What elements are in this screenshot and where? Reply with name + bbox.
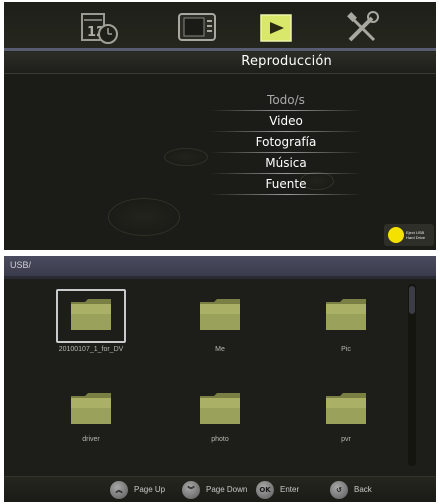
folder-name: 20100107_1_for_DV xyxy=(58,346,124,353)
menu-divider xyxy=(210,194,362,195)
folder-name: pvr xyxy=(341,436,351,443)
folder-name: Me xyxy=(215,346,225,353)
folder-icon xyxy=(324,296,368,332)
menu-divider xyxy=(210,173,362,174)
eject-usb-button[interactable]: Eject USB Hard Drive xyxy=(384,224,434,246)
folder-icon xyxy=(69,296,113,332)
folder-item[interactable]: pvr xyxy=(296,384,396,464)
nav-divider xyxy=(4,48,436,51)
hint-label: Enter xyxy=(280,485,300,494)
tools-icon[interactable] xyxy=(342,10,382,46)
back-icon: ↺ xyxy=(330,481,348,499)
folder-item[interactable]: Me xyxy=(170,290,270,370)
hint-label: Page Down xyxy=(206,485,248,494)
tv-icon[interactable] xyxy=(176,10,216,46)
clock-calendar-icon[interactable]: 12 xyxy=(78,10,118,46)
folder-icon xyxy=(198,390,242,426)
decor-ellipse-small xyxy=(164,148,208,166)
hint-label: Page Up xyxy=(134,485,166,494)
file-browser-screen: USB/ 20100107_1_for_DV Me Pic driver pho… xyxy=(4,256,436,502)
current-path: USB/ xyxy=(10,260,32,270)
scrollbar-thumb[interactable] xyxy=(409,286,415,314)
yellow-key-icon xyxy=(388,227,404,243)
menu-item-video[interactable]: Video xyxy=(210,112,362,130)
menu-divider xyxy=(210,110,362,111)
eject-label-line2: Hard Drive xyxy=(406,235,426,240)
folder-item[interactable]: photo xyxy=(170,384,270,464)
key-hint-bar: ︽ Page Up ︾ Page Down OK Enter ↺ Back xyxy=(4,476,436,502)
play-icon[interactable] xyxy=(258,10,298,46)
decor-ellipse-large xyxy=(108,198,180,236)
section-title-bar: Reproducción xyxy=(4,52,436,74)
ok-icon: OK xyxy=(256,481,274,499)
menu-item-source[interactable]: Fuente xyxy=(210,175,362,193)
folder-name: photo xyxy=(211,436,229,443)
folder-name: driver xyxy=(82,436,100,443)
page-title: Reproducción xyxy=(241,54,332,69)
menu-item-music[interactable]: Música xyxy=(210,154,362,172)
path-bar: USB/ xyxy=(4,256,436,276)
folder-item[interactable]: driver xyxy=(41,384,141,464)
folder-item[interactable]: 20100107_1_for_DV xyxy=(41,290,141,370)
folder-icon xyxy=(69,390,113,426)
menu-divider xyxy=(210,131,362,132)
page-up-icon: ︽ xyxy=(110,481,128,499)
folder-item[interactable]: Pic xyxy=(296,290,396,370)
menu-item-photo[interactable]: Fotografía xyxy=(210,133,362,151)
folder-icon xyxy=(198,296,242,332)
folder-icon xyxy=(324,390,368,426)
path-divider xyxy=(4,276,436,279)
page-down-icon: ︾ xyxy=(182,481,200,499)
folder-name: Pic xyxy=(341,346,351,353)
hint-label: Back xyxy=(354,485,372,494)
menu-item-all[interactable]: Todo/s xyxy=(210,91,362,109)
main-menu-screen: 12 Reproducción Todo/s Video Fotografía … xyxy=(4,2,436,250)
menu-divider xyxy=(210,152,362,153)
